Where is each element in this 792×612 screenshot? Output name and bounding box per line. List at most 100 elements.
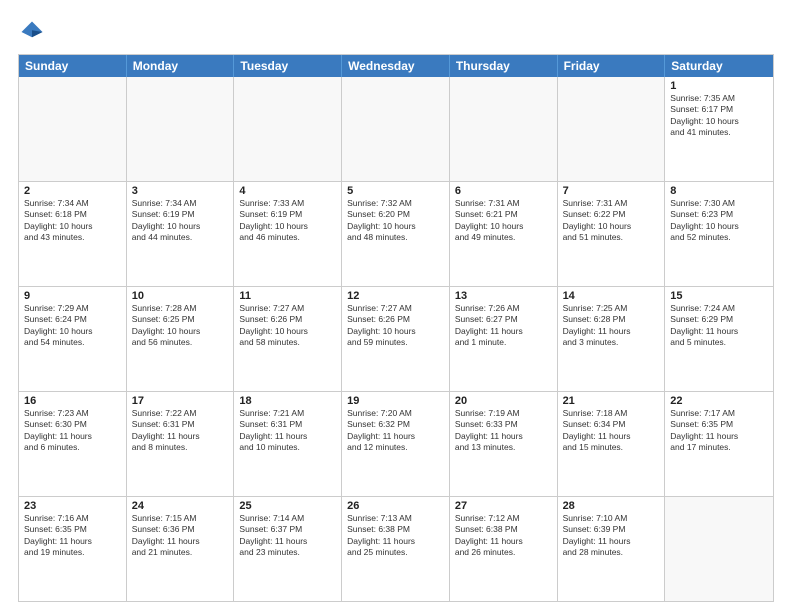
cell-info: Sunrise: 7:22 AM Sunset: 6:31 PM Dayligh… bbox=[132, 408, 229, 454]
day-cell-21: 21Sunrise: 7:18 AM Sunset: 6:34 PM Dayli… bbox=[558, 392, 666, 496]
day-number: 9 bbox=[24, 290, 121, 302]
calendar-header: SundayMondayTuesdayWednesdayThursdayFrid… bbox=[19, 55, 773, 77]
cell-info: Sunrise: 7:21 AM Sunset: 6:31 PM Dayligh… bbox=[239, 408, 336, 454]
day-number: 24 bbox=[132, 500, 229, 512]
day-cell-17: 17Sunrise: 7:22 AM Sunset: 6:31 PM Dayli… bbox=[127, 392, 235, 496]
cell-info: Sunrise: 7:33 AM Sunset: 6:19 PM Dayligh… bbox=[239, 198, 336, 244]
cell-info: Sunrise: 7:10 AM Sunset: 6:39 PM Dayligh… bbox=[563, 513, 660, 559]
header-sunday: Sunday bbox=[19, 55, 127, 77]
header-friday: Friday bbox=[558, 55, 666, 77]
calendar-row-1: 2Sunrise: 7:34 AM Sunset: 6:18 PM Daylig… bbox=[19, 181, 773, 286]
day-cell-4: 4Sunrise: 7:33 AM Sunset: 6:19 PM Daylig… bbox=[234, 182, 342, 286]
cell-info: Sunrise: 7:25 AM Sunset: 6:28 PM Dayligh… bbox=[563, 303, 660, 349]
day-number: 28 bbox=[563, 500, 660, 512]
day-cell-19: 19Sunrise: 7:20 AM Sunset: 6:32 PM Dayli… bbox=[342, 392, 450, 496]
calendar-row-0: 1Sunrise: 7:35 AM Sunset: 6:17 PM Daylig… bbox=[19, 77, 773, 181]
day-number: 12 bbox=[347, 290, 444, 302]
day-cell-5: 5Sunrise: 7:32 AM Sunset: 6:20 PM Daylig… bbox=[342, 182, 450, 286]
day-number: 19 bbox=[347, 395, 444, 407]
cell-info: Sunrise: 7:27 AM Sunset: 6:26 PM Dayligh… bbox=[239, 303, 336, 349]
day-cell-empty-0-0 bbox=[19, 77, 127, 181]
calendar-row-4: 23Sunrise: 7:16 AM Sunset: 6:35 PM Dayli… bbox=[19, 496, 773, 601]
day-cell-10: 10Sunrise: 7:28 AM Sunset: 6:25 PM Dayli… bbox=[127, 287, 235, 391]
header-thursday: Thursday bbox=[450, 55, 558, 77]
day-cell-12: 12Sunrise: 7:27 AM Sunset: 6:26 PM Dayli… bbox=[342, 287, 450, 391]
cell-info: Sunrise: 7:31 AM Sunset: 6:21 PM Dayligh… bbox=[455, 198, 552, 244]
day-cell-6: 6Sunrise: 7:31 AM Sunset: 6:21 PM Daylig… bbox=[450, 182, 558, 286]
header-tuesday: Tuesday bbox=[234, 55, 342, 77]
day-cell-1: 1Sunrise: 7:35 AM Sunset: 6:17 PM Daylig… bbox=[665, 77, 773, 181]
day-cell-2: 2Sunrise: 7:34 AM Sunset: 6:18 PM Daylig… bbox=[19, 182, 127, 286]
day-number: 5 bbox=[347, 185, 444, 197]
cell-info: Sunrise: 7:28 AM Sunset: 6:25 PM Dayligh… bbox=[132, 303, 229, 349]
day-number: 17 bbox=[132, 395, 229, 407]
day-cell-7: 7Sunrise: 7:31 AM Sunset: 6:22 PM Daylig… bbox=[558, 182, 666, 286]
day-cell-empty-0-1 bbox=[127, 77, 235, 181]
day-cell-empty-0-4 bbox=[450, 77, 558, 181]
header-saturday: Saturday bbox=[665, 55, 773, 77]
day-number: 2 bbox=[24, 185, 121, 197]
day-cell-20: 20Sunrise: 7:19 AM Sunset: 6:33 PM Dayli… bbox=[450, 392, 558, 496]
day-cell-empty-4-6 bbox=[665, 497, 773, 601]
cell-info: Sunrise: 7:16 AM Sunset: 6:35 PM Dayligh… bbox=[24, 513, 121, 559]
cell-info: Sunrise: 7:14 AM Sunset: 6:37 PM Dayligh… bbox=[239, 513, 336, 559]
cell-info: Sunrise: 7:34 AM Sunset: 6:18 PM Dayligh… bbox=[24, 198, 121, 244]
day-number: 27 bbox=[455, 500, 552, 512]
day-number: 21 bbox=[563, 395, 660, 407]
cell-info: Sunrise: 7:31 AM Sunset: 6:22 PM Dayligh… bbox=[563, 198, 660, 244]
cell-info: Sunrise: 7:32 AM Sunset: 6:20 PM Dayligh… bbox=[347, 198, 444, 244]
day-number: 4 bbox=[239, 185, 336, 197]
cell-info: Sunrise: 7:27 AM Sunset: 6:26 PM Dayligh… bbox=[347, 303, 444, 349]
cell-info: Sunrise: 7:34 AM Sunset: 6:19 PM Dayligh… bbox=[132, 198, 229, 244]
day-cell-26: 26Sunrise: 7:13 AM Sunset: 6:38 PM Dayli… bbox=[342, 497, 450, 601]
day-number: 1 bbox=[670, 80, 768, 92]
page: SundayMondayTuesdayWednesdayThursdayFrid… bbox=[0, 0, 792, 612]
day-cell-28: 28Sunrise: 7:10 AM Sunset: 6:39 PM Dayli… bbox=[558, 497, 666, 601]
day-cell-empty-0-5 bbox=[558, 77, 666, 181]
day-cell-15: 15Sunrise: 7:24 AM Sunset: 6:29 PM Dayli… bbox=[665, 287, 773, 391]
day-number: 16 bbox=[24, 395, 121, 407]
cell-info: Sunrise: 7:17 AM Sunset: 6:35 PM Dayligh… bbox=[670, 408, 768, 454]
day-cell-empty-0-3 bbox=[342, 77, 450, 181]
generalblue-logo-icon bbox=[18, 18, 46, 46]
day-number: 14 bbox=[563, 290, 660, 302]
header-wednesday: Wednesday bbox=[342, 55, 450, 77]
day-cell-22: 22Sunrise: 7:17 AM Sunset: 6:35 PM Dayli… bbox=[665, 392, 773, 496]
day-number: 25 bbox=[239, 500, 336, 512]
day-cell-18: 18Sunrise: 7:21 AM Sunset: 6:31 PM Dayli… bbox=[234, 392, 342, 496]
day-cell-3: 3Sunrise: 7:34 AM Sunset: 6:19 PM Daylig… bbox=[127, 182, 235, 286]
header bbox=[18, 18, 774, 46]
day-cell-9: 9Sunrise: 7:29 AM Sunset: 6:24 PM Daylig… bbox=[19, 287, 127, 391]
calendar: SundayMondayTuesdayWednesdayThursdayFrid… bbox=[18, 54, 774, 602]
cell-info: Sunrise: 7:26 AM Sunset: 6:27 PM Dayligh… bbox=[455, 303, 552, 349]
header-monday: Monday bbox=[127, 55, 235, 77]
day-cell-13: 13Sunrise: 7:26 AM Sunset: 6:27 PM Dayli… bbox=[450, 287, 558, 391]
day-number: 22 bbox=[670, 395, 768, 407]
cell-info: Sunrise: 7:18 AM Sunset: 6:34 PM Dayligh… bbox=[563, 408, 660, 454]
day-cell-25: 25Sunrise: 7:14 AM Sunset: 6:37 PM Dayli… bbox=[234, 497, 342, 601]
logo bbox=[18, 18, 50, 46]
day-cell-16: 16Sunrise: 7:23 AM Sunset: 6:30 PM Dayli… bbox=[19, 392, 127, 496]
cell-info: Sunrise: 7:12 AM Sunset: 6:38 PM Dayligh… bbox=[455, 513, 552, 559]
day-number: 10 bbox=[132, 290, 229, 302]
day-cell-empty-0-2 bbox=[234, 77, 342, 181]
cell-info: Sunrise: 7:29 AM Sunset: 6:24 PM Dayligh… bbox=[24, 303, 121, 349]
day-cell-23: 23Sunrise: 7:16 AM Sunset: 6:35 PM Dayli… bbox=[19, 497, 127, 601]
cell-info: Sunrise: 7:23 AM Sunset: 6:30 PM Dayligh… bbox=[24, 408, 121, 454]
cell-info: Sunrise: 7:19 AM Sunset: 6:33 PM Dayligh… bbox=[455, 408, 552, 454]
day-number: 23 bbox=[24, 500, 121, 512]
calendar-row-2: 9Sunrise: 7:29 AM Sunset: 6:24 PM Daylig… bbox=[19, 286, 773, 391]
cell-info: Sunrise: 7:13 AM Sunset: 6:38 PM Dayligh… bbox=[347, 513, 444, 559]
day-cell-8: 8Sunrise: 7:30 AM Sunset: 6:23 PM Daylig… bbox=[665, 182, 773, 286]
day-cell-14: 14Sunrise: 7:25 AM Sunset: 6:28 PM Dayli… bbox=[558, 287, 666, 391]
day-number: 15 bbox=[670, 290, 768, 302]
calendar-body: 1Sunrise: 7:35 AM Sunset: 6:17 PM Daylig… bbox=[19, 77, 773, 601]
day-cell-11: 11Sunrise: 7:27 AM Sunset: 6:26 PM Dayli… bbox=[234, 287, 342, 391]
cell-info: Sunrise: 7:24 AM Sunset: 6:29 PM Dayligh… bbox=[670, 303, 768, 349]
day-number: 6 bbox=[455, 185, 552, 197]
day-cell-27: 27Sunrise: 7:12 AM Sunset: 6:38 PM Dayli… bbox=[450, 497, 558, 601]
cell-info: Sunrise: 7:15 AM Sunset: 6:36 PM Dayligh… bbox=[132, 513, 229, 559]
day-number: 11 bbox=[239, 290, 336, 302]
day-number: 3 bbox=[132, 185, 229, 197]
day-number: 26 bbox=[347, 500, 444, 512]
